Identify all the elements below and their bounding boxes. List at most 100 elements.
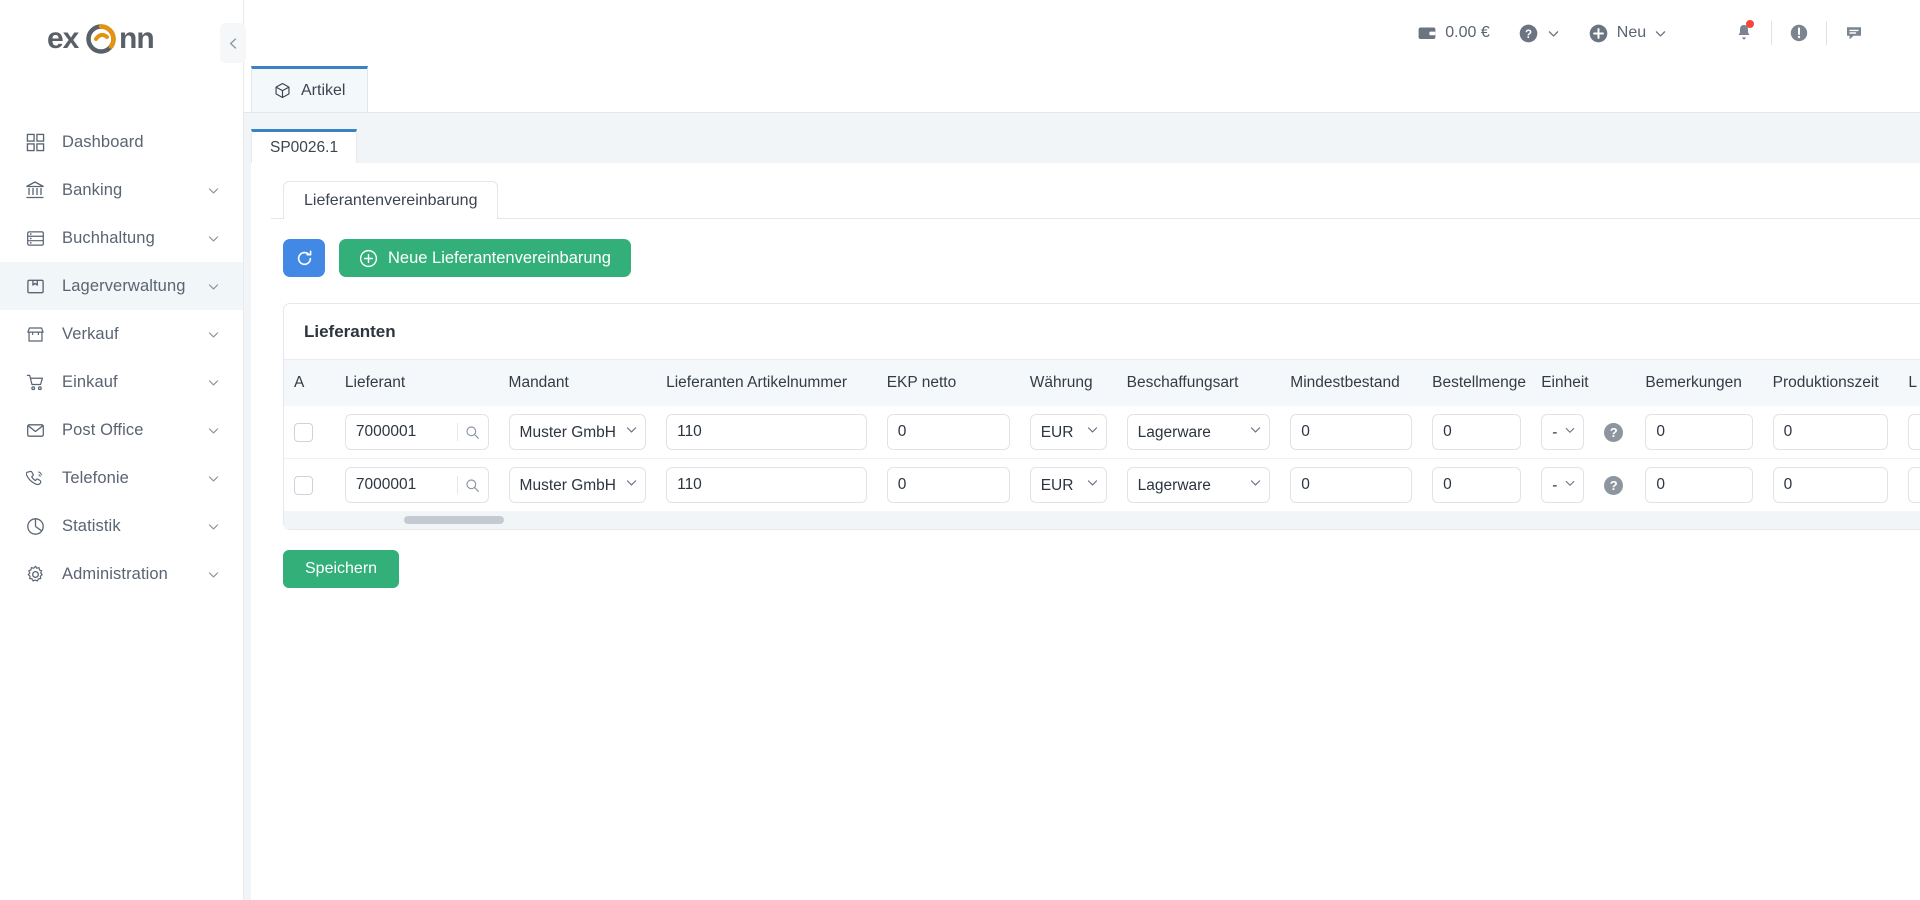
search-icon[interactable] (458, 478, 488, 493)
messages-button[interactable] (1833, 13, 1875, 53)
mandant-select[interactable]: Muster GmbH (508, 467, 647, 503)
help-menu[interactable]: ? (1504, 13, 1574, 53)
help-circle-icon[interactable]: ? (1604, 422, 1624, 442)
bestellmenge-input[interactable] (1432, 414, 1522, 450)
cell-einheit: - (1531, 406, 1594, 459)
tab-artikel-label: Artikel (301, 81, 346, 99)
balance-indicator[interactable]: 0.00 € (1403, 13, 1503, 53)
col-beschaffungsart: Beschaffungsart (1116, 360, 1281, 406)
mindestbestand-input[interactable] (1290, 414, 1413, 450)
box-icon (24, 275, 46, 297)
row-checkbox[interactable] (294, 475, 313, 495)
waehrung-select[interactable]: EUR (1029, 414, 1107, 450)
ekp-netto-input[interactable] (886, 467, 1010, 503)
cell-waehrung: EUR (1020, 406, 1117, 459)
ekp-netto-input[interactable] (886, 414, 1010, 450)
beschaffungsart-select[interactable]: Lagerware (1126, 467, 1271, 503)
sidebar-item-label: Verkauf (62, 324, 119, 343)
chevron-down-icon (207, 183, 221, 197)
sidebar-item-label: Dashboard (62, 132, 144, 151)
sidebar-item-administration[interactable]: Administration (0, 550, 243, 598)
cell-l (1898, 406, 1920, 459)
gear-icon (24, 563, 46, 585)
lieferant-search-field[interactable] (344, 414, 489, 450)
tab-artikel[interactable]: Artikel (251, 66, 369, 112)
notifications-button[interactable] (1723, 13, 1765, 53)
lieferanten-table: A Lieferant Mandant Lieferanten Artikeln… (284, 360, 1920, 511)
col-einheit: Einheit (1531, 360, 1595, 406)
sidebar-item-label: Lagerverwaltung (62, 276, 186, 295)
lieferant-input[interactable] (345, 468, 457, 502)
col-lieferant: Lieferant (334, 360, 499, 406)
cell-select (284, 458, 335, 511)
sidebar-item-label: Telefonie (62, 468, 129, 487)
cell-artikelnummer (656, 458, 877, 511)
new-menu-button[interactable]: Neu (1574, 13, 1681, 53)
action-toolbar: Neue Lieferantenvereinbarung (271, 219, 1920, 277)
table-row: Muster GmbH (284, 458, 1920, 511)
col-bemerkungen: Bemerkungen (1635, 360, 1763, 406)
mandant-select[interactable]: Muster GmbH (508, 414, 647, 450)
cell-bestellmenge (1422, 406, 1531, 459)
alerts-button[interactable] (1778, 13, 1820, 53)
waehrung-select[interactable]: EUR (1029, 467, 1107, 503)
scrollbar-thumb[interactable] (404, 516, 504, 524)
bemerkungen-input[interactable] (1645, 467, 1753, 503)
sidebar-item-dashboard[interactable]: Dashboard (0, 118, 243, 166)
sidebar-item-buchhaltung[interactable]: Buchhaltung (0, 214, 243, 262)
mindestbestand-input[interactable] (1290, 467, 1413, 503)
search-icon[interactable] (458, 425, 488, 440)
new-menu-label: Neu (1616, 24, 1647, 41)
chevron-left-icon (229, 37, 236, 49)
svg-text:?: ? (1525, 29, 1532, 41)
sidebar-item-telefonie[interactable]: Telefonie (0, 454, 243, 502)
sidebar-collapse-button[interactable] (220, 23, 246, 63)
col-mindestbestand: Mindestbestand (1280, 360, 1423, 406)
sidebar-item-einkauf[interactable]: Einkauf (0, 358, 243, 406)
cube-icon (274, 82, 291, 99)
refresh-button[interactable] (283, 239, 325, 277)
einheit-select[interactable]: - (1541, 467, 1585, 503)
record-tab-sp0026-1[interactable]: SP0026.1 (251, 129, 358, 163)
artikelnummer-input[interactable] (666, 414, 867, 450)
lieferant-search-field[interactable] (344, 467, 489, 503)
cell-produktionszeit (1762, 458, 1899, 511)
sidebar-item-banking[interactable]: Banking (0, 166, 243, 214)
lieferant-input[interactable] (345, 415, 457, 449)
cell-einheit-help: ? (1594, 458, 1636, 511)
sidebar-item-label: Einkauf (62, 372, 118, 391)
grid-icon (24, 131, 46, 153)
produktionszeit-input[interactable] (1772, 414, 1889, 450)
save-button[interactable]: Speichern (283, 550, 400, 588)
beschaffungsart-select[interactable]: Lagerware (1126, 414, 1271, 450)
new-agreement-button[interactable]: Neue Lieferantenvereinbarung (339, 239, 631, 277)
sidebar-item-verkauf[interactable]: Verkauf (0, 310, 243, 358)
ledger-icon (24, 227, 46, 249)
brand-logo[interactable]: ex nn (0, 0, 243, 78)
produktionszeit-input[interactable] (1772, 467, 1889, 503)
chevron-down-icon (207, 471, 221, 485)
row-checkbox[interactable] (294, 422, 313, 442)
col-produktionszeit: Produktionszeit (1762, 360, 1899, 406)
l-input[interactable] (1908, 414, 1920, 450)
chevron-down-icon (207, 567, 221, 581)
sidebar-item-statistik[interactable]: Statistik (0, 502, 243, 550)
help-circle-icon[interactable]: ? (1604, 475, 1624, 495)
cell-bestellmenge (1422, 458, 1532, 511)
sidebar-item-lagerverwaltung[interactable]: Lagerverwaltung (0, 262, 243, 310)
einheit-select[interactable]: - (1541, 414, 1585, 450)
l-input[interactable] (1908, 467, 1920, 503)
tab-lieferantenvereinbarung[interactable]: Lieferantenvereinbarung (283, 181, 499, 219)
chevron-down-icon (207, 423, 221, 437)
bestellmenge-input[interactable] (1432, 467, 1522, 503)
col-ekp-netto: EKP netto (876, 360, 1020, 406)
balance-value: 0.00 € (1445, 24, 1490, 41)
new-agreement-label: Neue Lieferantenvereinbarung (388, 248, 611, 267)
artikelnummer-input[interactable] (666, 467, 867, 503)
sidebar-item-post-office[interactable]: Post Office (0, 406, 243, 454)
bemerkungen-input[interactable] (1645, 414, 1753, 450)
exonn-logo-mark: ex nn (47, 19, 197, 59)
bank-icon (24, 179, 46, 201)
horizontal-scrollbar[interactable] (284, 511, 1920, 529)
cell-mandant: Muster GmbH (498, 458, 657, 511)
